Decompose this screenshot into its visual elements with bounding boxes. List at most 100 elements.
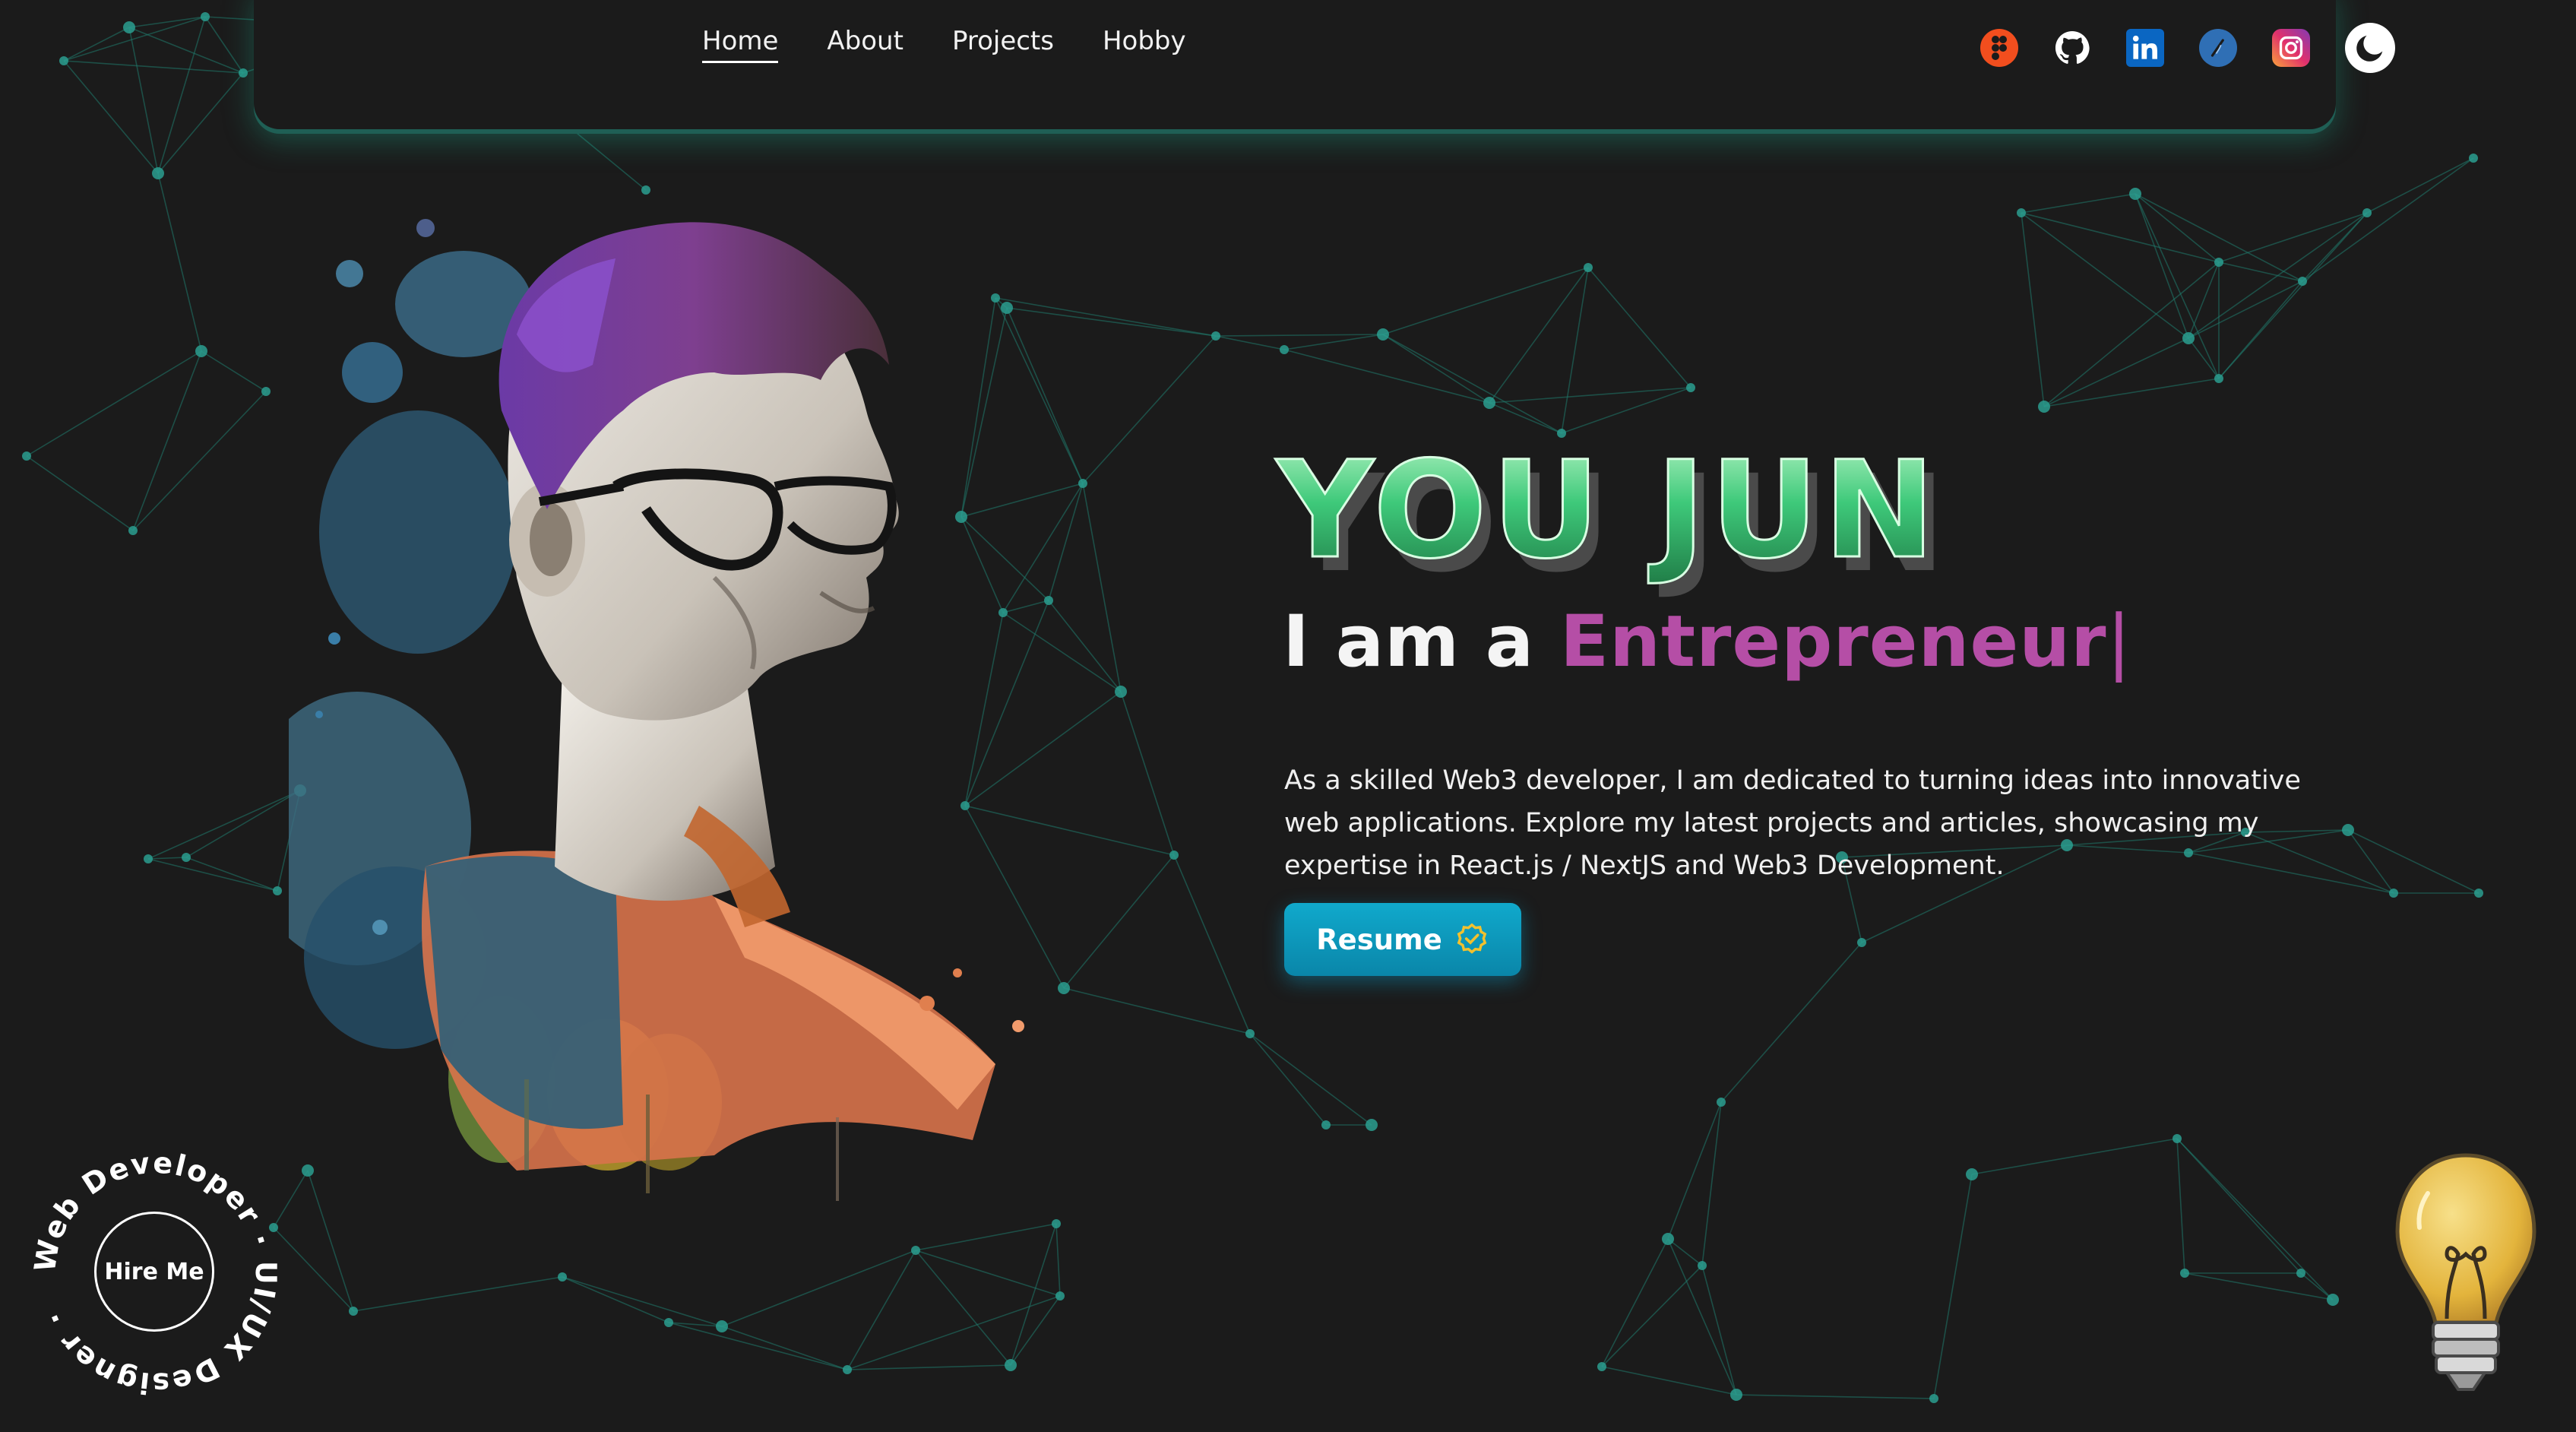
network-node <box>558 1272 567 1282</box>
social-links <box>1980 23 2395 73</box>
network-node <box>1115 686 1127 698</box>
hero-headline: I am a Entrepreneur| <box>1283 600 2131 683</box>
network-node <box>2017 208 2026 217</box>
network-node <box>1366 1119 1378 1131</box>
network-line <box>1971 1138 2178 1175</box>
network-line <box>1601 1238 1669 1367</box>
network-line <box>2218 261 2303 282</box>
network-line <box>63 60 159 174</box>
network-node <box>2327 1294 2339 1306</box>
instagram-icon <box>2279 36 2303 60</box>
network-line <box>2366 157 2474 214</box>
figma-link[interactable] <box>1980 29 2018 67</box>
network-node <box>144 854 153 863</box>
hashnode-icon <box>2210 39 2224 57</box>
hashnode-link[interactable] <box>2199 29 2237 67</box>
network-node <box>1698 1261 1707 1270</box>
network-line <box>847 1364 1011 1370</box>
network-line <box>204 16 244 74</box>
network-line <box>353 1276 563 1312</box>
network-line <box>847 1250 916 1370</box>
network-node <box>2389 889 2398 898</box>
network-node <box>1717 1098 1726 1107</box>
theme-toggle-button[interactable] <box>2345 23 2395 73</box>
network-line <box>185 857 278 892</box>
network-line <box>157 16 206 174</box>
network-node <box>1245 1029 1255 1038</box>
network-line <box>2188 212 2368 339</box>
network-node <box>1169 851 1179 860</box>
network-line <box>132 350 202 531</box>
network-node <box>2182 332 2195 344</box>
resume-button[interactable]: Resume <box>1284 903 1521 976</box>
nav-link-about[interactable]: About <box>827 26 903 63</box>
hero-name-wordmark: YOU JUN YOU JUN <box>1274 426 2112 603</box>
nav-link-home[interactable]: Home <box>702 26 779 63</box>
resume-label: Resume <box>1316 923 1442 956</box>
github-link[interactable] <box>2053 29 2091 67</box>
network-node <box>273 886 282 895</box>
network-node <box>195 345 207 357</box>
network-node <box>1280 345 1289 354</box>
network-line <box>1587 267 1691 388</box>
github-icon <box>2055 30 2090 64</box>
network-line <box>157 72 244 174</box>
network-node <box>1377 328 1389 341</box>
headline-role: Entrepreneur <box>1559 600 2107 683</box>
network-node <box>128 526 138 535</box>
network-node <box>1055 1291 1065 1301</box>
badge-check-icon <box>1457 923 1487 954</box>
network-node <box>2214 258 2223 267</box>
network-line <box>847 1295 1061 1370</box>
network-node <box>123 21 135 33</box>
network-node <box>1597 1362 1606 1371</box>
linkedin-link[interactable] <box>2126 29 2164 67</box>
network-line <box>132 391 267 531</box>
lightbulb-icon <box>2395 1153 2536 1391</box>
network-node <box>1005 1359 1017 1371</box>
network-line <box>2188 280 2303 339</box>
network-node <box>2474 889 2483 898</box>
network-line <box>2176 1138 2185 1274</box>
nav-link-hobby[interactable]: Hobby <box>1103 26 1186 63</box>
network-line <box>185 790 301 858</box>
network-line <box>1489 387 1691 404</box>
network-line <box>26 350 202 457</box>
profile-portrait-illustration <box>289 219 1024 1201</box>
network-line <box>157 173 202 352</box>
network-line <box>1120 691 1175 856</box>
instagram-link[interactable] <box>2272 29 2310 67</box>
network-node <box>1686 383 1695 392</box>
network-node <box>261 387 271 396</box>
network-node <box>664 1318 673 1327</box>
hire-me-badge: Web Developer · UI/UX Designer · Hire Me <box>30 1148 281 1399</box>
network-node <box>349 1307 358 1316</box>
network-line <box>147 857 187 860</box>
network-line <box>1489 267 1589 404</box>
network-node <box>2173 1134 2182 1143</box>
network-node <box>152 167 164 179</box>
network-line <box>1601 1265 1703 1367</box>
network-node <box>201 12 210 21</box>
network-node <box>239 68 248 78</box>
network-line <box>1010 1295 1061 1366</box>
network-line <box>1736 1394 1935 1399</box>
network-node <box>2180 1269 2189 1278</box>
network-node <box>59 56 68 65</box>
network-line <box>915 1250 1011 1366</box>
network-line <box>2043 337 2189 407</box>
network-node <box>1929 1394 1938 1403</box>
nav-link-projects[interactable]: Projects <box>952 26 1054 63</box>
network-line <box>1249 1033 1327 1126</box>
hire-me-button[interactable]: Hire Me <box>94 1212 214 1332</box>
headline-prefix: I am a <box>1283 600 1560 683</box>
typing-cursor: | <box>2106 600 2132 683</box>
network-line <box>1283 334 1384 350</box>
network-node <box>2298 277 2307 286</box>
network-node <box>2469 154 2478 163</box>
network-line <box>147 858 278 892</box>
network-node <box>1730 1389 1742 1401</box>
top-navbar: Home About Projects Hobby <box>254 0 2395 129</box>
network-line <box>1082 335 1217 484</box>
network-line <box>562 1276 723 1327</box>
